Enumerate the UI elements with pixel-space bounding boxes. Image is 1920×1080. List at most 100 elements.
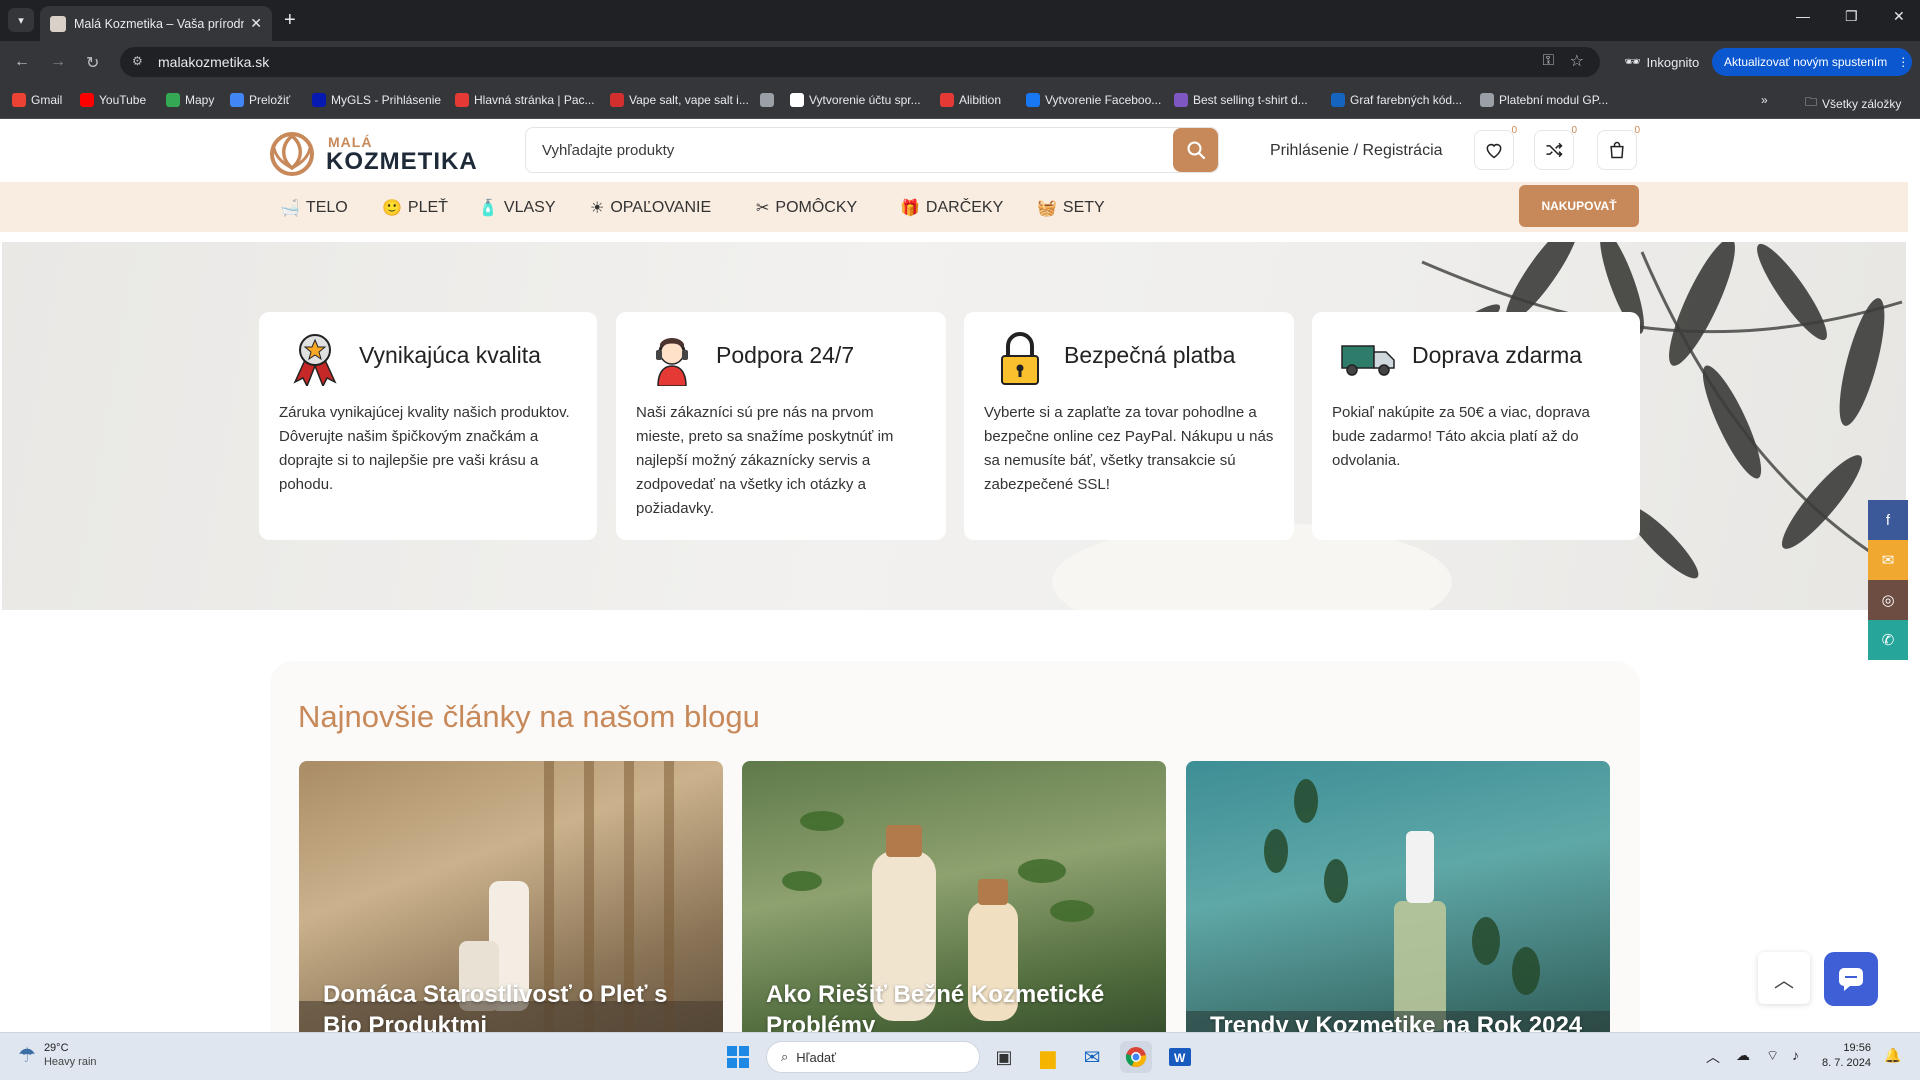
bookmark-label: Graf farebných kód... [1350, 93, 1463, 107]
nav-item-pomocky[interactable]: ✂ POMÔCKY [756, 198, 857, 218]
bookmark-item[interactable]: Gmail [12, 93, 62, 107]
file-explorer-button[interactable]: ▆ [1032, 1041, 1064, 1073]
blog-post-title[interactable]: Domáca Starostlivosť o Pleť s Bio Produk… [323, 979, 703, 1032]
login-register-link[interactable]: Prihlásenie / Registrácia [1270, 142, 1443, 160]
notification-bell-icon[interactable]: 🔔 [1884, 1047, 1901, 1064]
heart-icon [1486, 143, 1502, 159]
bookmark-item[interactable]: Mapy [166, 93, 214, 107]
close-window-icon[interactable]: ✕ [1893, 8, 1905, 25]
bookmark-item[interactable]: Vytvorenie Faceboo... [1026, 93, 1161, 107]
bookmark-star-icon[interactable]: ☆ [1570, 51, 1584, 71]
nav-item-opalovanie[interactable]: ☀ OPAĽOVANIE [590, 198, 711, 218]
nav-item-telo[interactable]: 🛁 TELO [280, 198, 348, 218]
update-button[interactable]: Aktualizovať novým spustením ⋮ [1712, 48, 1912, 76]
site-favicon-icon [50, 15, 66, 32]
taskbar-search-label: Hľadať [796, 1049, 837, 1065]
nav-label: DARČEKY [925, 199, 1004, 216]
search-button[interactable] [1173, 128, 1218, 172]
weather-widget[interactable]: ☂ 29°C Heavy rain [18, 1041, 97, 1069]
bookmark-item[interactable]: Vape salt, vape salt i... [610, 93, 749, 107]
task-view-button[interactable]: ▣ [988, 1041, 1020, 1073]
incognito-indicator[interactable]: 🕶 Inkognito [1612, 48, 1711, 76]
gift-icon: 🎁 [900, 200, 920, 217]
mail-app-button[interactable]: ✉ [1076, 1041, 1108, 1073]
blog-post-title[interactable]: Trendy v Kozmetike na Rok 2024 [1210, 1010, 1590, 1032]
browser-tab-active[interactable]: Malá Kozmetika – Vaša prírodn... ✕ [40, 6, 272, 41]
show-hidden-icons[interactable]: ︿ [1706, 1047, 1720, 1067]
all-bookmarks-button[interactable]: 🗀 Všetky záložky [1805, 93, 1901, 114]
restore-icon[interactable]: ❐ [1845, 8, 1858, 25]
bookmark-item[interactable]: Vytvorenie účtu spr... [790, 93, 921, 107]
bookmark-item[interactable]: Best selling t-shirt d... [1174, 93, 1308, 107]
blog-post-card[interactable]: Ako Riešiť Bežné Kozmetické Problémy [742, 761, 1166, 1032]
blog-post-card[interactable]: Domáca Starostlivosť o Pleť s Bio Produk… [299, 761, 723, 1032]
address-bar[interactable]: ⚙ malakozmetika.sk ⚿ ☆ [120, 47, 1600, 77]
word-app-button[interactable]: W [1164, 1041, 1196, 1073]
bookmark-item[interactable]: Graf farebných kód... [1331, 93, 1462, 107]
feature-title: Podpora 24/7 [716, 342, 855, 368]
feature-card-payment: Bezpečná platba Vyberte si a zaplaťte za… [964, 312, 1294, 540]
system-clock[interactable]: 19:56 8. 7. 2024 [1822, 1041, 1871, 1071]
nav-item-vlasy[interactable]: 🧴 VLASY [478, 198, 556, 218]
minimize-icon[interactable]: — [1796, 8, 1810, 24]
envelope-icon: ✉ [1881, 552, 1895, 569]
wishlist-button[interactable]: 0 [1474, 125, 1517, 170]
shuffle-icon [1546, 142, 1563, 158]
clock-time: 19:56 [1843, 1042, 1871, 1054]
new-tab-button[interactable]: + [284, 8, 296, 32]
bookmark-item[interactable]: Alibition [940, 93, 1001, 107]
volume-icon[interactable]: ♪ [1792, 1047, 1799, 1063]
password-key-icon[interactable]: ⚿ [1543, 52, 1554, 69]
reload-icon[interactable]: ↻ [86, 53, 99, 73]
forward-icon[interactable]: → [50, 53, 66, 71]
search-input[interactable]: Vyhľadajte produkty [542, 142, 674, 159]
shop-button[interactable]: NAKUPOVAŤ [1519, 185, 1639, 227]
bookmark-item[interactable]: Platební modul GP... [1480, 93, 1608, 107]
taskbar-search[interactable]: ⌕ Hľadať [766, 1041, 980, 1073]
feature-text: Pokiaľ nakúpite za 50€ a viac, doprava b… [1332, 404, 1590, 469]
chat-widget-button[interactable] [1824, 952, 1878, 1006]
hair-icon: 🧴 [478, 200, 498, 217]
site-logo[interactable]: MALÁ KOZMETIKA [268, 126, 478, 178]
bookmarks-overflow-icon[interactable]: » [1761, 93, 1768, 107]
search-icon: ⌕ [781, 1049, 789, 1064]
bookmark-label: Preložiť [249, 93, 291, 107]
email-share-button[interactable]: ✉ [1868, 540, 1908, 580]
blog-post-card[interactable]: Trendy v Kozmetike na Rok 2024 [1186, 761, 1610, 1032]
bookmark-favicon-icon [940, 93, 954, 107]
bookmark-label: Hlavná stránka | Pac... [474, 93, 595, 107]
product-search[interactable]: Vyhľadajte produkty [525, 127, 1219, 173]
instagram-share-button[interactable]: ◎ [1868, 580, 1908, 620]
nav-item-darceky[interactable]: 🎁 DARČEKY [900, 198, 1003, 218]
bookmark-item[interactable]: YouTube [80, 93, 146, 107]
nav-item-sety[interactable]: 🧺 SETY [1037, 198, 1105, 218]
blog-post-title[interactable]: Ako Riešiť Bežné Kozmetické Problémy [766, 979, 1146, 1032]
bookmark-label: MyGLS - Prihlásenie [331, 93, 442, 107]
bookmark-label: Mapy [185, 93, 215, 107]
bookmark-item[interactable]: MyGLS - Prihlásenie [312, 93, 441, 107]
bookmark-item[interactable]: Preložiť [230, 93, 290, 107]
onedrive-icon[interactable]: ☁ [1736, 1047, 1750, 1064]
facebook-share-button[interactable]: f [1868, 500, 1908, 540]
more-menu-icon[interactable]: ⋮ [1897, 55, 1909, 69]
back-icon[interactable]: ← [14, 53, 30, 71]
chrome-app-button[interactable] [1120, 1041, 1152, 1073]
wifi-icon[interactable]: ⌔ [1766, 1047, 1779, 1065]
windows-logo-icon [727, 1046, 749, 1068]
bookmark-item[interactable] [760, 93, 774, 107]
tab-search-button[interactable]: ▾ [8, 8, 34, 32]
close-tab-icon[interactable]: ✕ [250, 15, 262, 32]
features-hero: Vynikajúca kvalita Záruka vynikajúcej kv… [2, 242, 1906, 610]
tab-title: Malá Kozmetika – Vaša prírodn... [74, 16, 245, 31]
start-button[interactable] [722, 1041, 754, 1073]
url-text: malakozmetika.sk [158, 54, 270, 70]
cart-count: 0 [1634, 125, 1640, 136]
bookmark-label: Best selling t-shirt d... [1193, 93, 1308, 107]
bookmark-item[interactable]: Hlavná stránka | Pac... [455, 93, 595, 107]
whatsapp-share-button[interactable]: ✆ [1868, 620, 1908, 660]
nav-item-plet[interactable]: 🙂 PLEŤ [382, 198, 448, 218]
compare-button[interactable]: 0 [1534, 125, 1577, 170]
site-info-icon[interactable]: ⚙ [132, 54, 143, 68]
scroll-to-top-button[interactable]: ︿ [1758, 952, 1810, 1004]
cart-button[interactable]: 0 [1597, 125, 1640, 170]
